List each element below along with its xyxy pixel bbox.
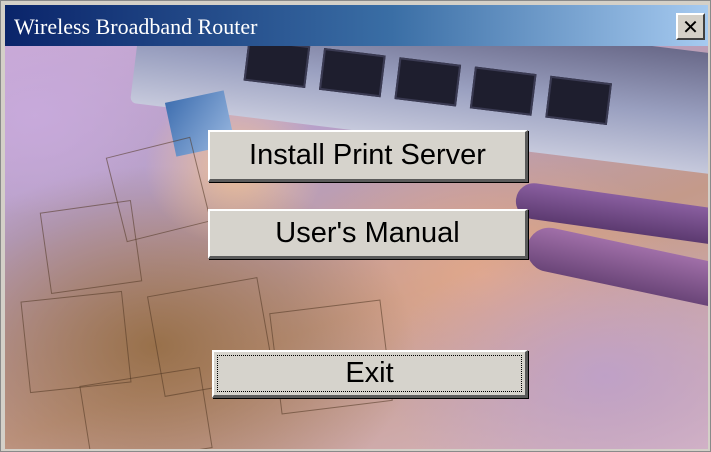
ethernet-port <box>318 48 386 98</box>
install-print-server-label: Install Print Server <box>249 139 486 171</box>
ethernet-port <box>545 75 612 126</box>
close-button[interactable]: ✕ <box>676 13 705 40</box>
close-icon: ✕ <box>682 14 699 39</box>
decorative-tile <box>20 290 132 394</box>
exit-button[interactable]: Exit <box>212 350 528 398</box>
window-title: Wireless Broadband Router <box>14 14 258 39</box>
background-image: Install Print Server User's Manual Exit <box>5 46 708 449</box>
install-print-server-button[interactable]: Install Print Server <box>208 130 528 182</box>
ethernet-port <box>469 66 537 116</box>
users-manual-label: User's Manual <box>275 217 460 249</box>
exit-label: Exit <box>345 357 394 389</box>
title-bar[interactable]: Wireless Broadband Router ✕ <box>5 5 708 46</box>
ethernet-port <box>394 57 462 107</box>
ethernet-port <box>243 46 311 89</box>
users-manual-button[interactable]: User's Manual <box>208 209 528 259</box>
autorun-window: Wireless Broadband Router ✕ Install Prin… <box>0 0 711 452</box>
